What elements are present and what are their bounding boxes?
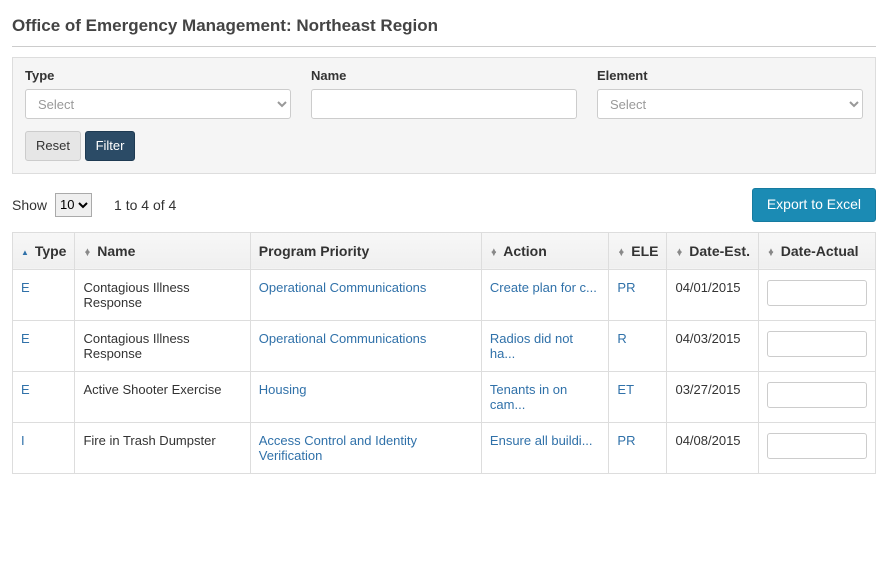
cell-ele-link[interactable]: ET <box>617 382 634 397</box>
table-row: E Contagious Illness Response Operational … <box>13 269 876 320</box>
cell-action-link[interactable]: Create plan for c... <box>490 280 597 295</box>
filter-button[interactable]: Filter <box>85 131 136 161</box>
cell-program-priority-link[interactable]: Operational Communications <box>259 331 427 346</box>
date-actual-input[interactable] <box>767 280 867 306</box>
filter-type: Type Select <box>25 68 291 119</box>
cell-type-link[interactable]: E <box>21 331 30 346</box>
col-date-est[interactable]: ▲▼ Date-Est. <box>667 232 759 269</box>
sort-icon: ▲▼ <box>490 249 498 256</box>
filter-element-select[interactable]: Select <box>597 89 863 119</box>
cell-type-link[interactable]: I <box>21 433 25 448</box>
sort-icon: ▲▼ <box>83 249 91 256</box>
cell-date-est: 03/27/2015 <box>667 371 759 422</box>
cell-ele-link[interactable]: R <box>617 331 626 346</box>
cell-program-priority-link[interactable]: Access Control and Identity Verification <box>259 433 417 463</box>
cell-action-link[interactable]: Tenants in on cam... <box>490 382 567 412</box>
date-actual-input[interactable] <box>767 382 867 408</box>
cell-action-link[interactable]: Radios did not ha... <box>490 331 573 361</box>
page-title: Office of Emergency Management: Northeas… <box>12 16 876 47</box>
cell-ele-link[interactable]: PR <box>617 433 635 448</box>
results-table: ▲ Type ▲▼ Name Program Priority ▲▼ Actio… <box>12 232 876 474</box>
table-row: E Contagious Illness Response Operational … <box>13 320 876 371</box>
filter-name-input[interactable] <box>311 89 577 119</box>
cell-date-est: 04/03/2015 <box>667 320 759 371</box>
col-date-actual[interactable]: ▲▼ Date-Actual <box>758 232 875 269</box>
sort-icon: ▲ <box>21 251 29 254</box>
sort-icon: ▲▼ <box>767 249 775 256</box>
cell-name: Contagious Illness Response <box>75 320 250 371</box>
filter-panel: Type Select Name Element Select Reset Fi… <box>12 57 876 174</box>
export-to-excel-button[interactable]: Export to Excel <box>752 188 876 222</box>
show-label: Show <box>12 197 47 213</box>
filter-element-label: Element <box>597 68 863 83</box>
cell-program-priority-link[interactable]: Housing <box>259 382 307 397</box>
cell-action-link[interactable]: Ensure all buildi... <box>490 433 593 448</box>
cell-type-link[interactable]: E <box>21 382 30 397</box>
date-actual-input[interactable] <box>767 331 867 357</box>
cell-type-link[interactable]: E <box>21 280 30 295</box>
reset-button[interactable]: Reset <box>25 131 81 161</box>
filter-type-label: Type <box>25 68 291 83</box>
col-ele[interactable]: ▲▼ ELE <box>609 232 667 269</box>
cell-name: Active Shooter Exercise <box>75 371 250 422</box>
table-toolbar: Show 10 1 to 4 of 4 Export to Excel <box>12 188 876 222</box>
filter-name: Name <box>311 68 577 119</box>
table-row: E Active Shooter Exercise Housing Tenants i… <box>13 371 876 422</box>
col-action[interactable]: ▲▼ Action <box>481 232 609 269</box>
cell-program-priority-link[interactable]: Operational Communications <box>259 280 427 295</box>
filter-type-select[interactable]: Select <box>25 89 291 119</box>
cell-date-est: 04/01/2015 <box>667 269 759 320</box>
col-program-priority[interactable]: Program Priority <box>250 232 481 269</box>
page-size-select[interactable]: 10 <box>55 193 92 217</box>
cell-name: Contagious Illness Response <box>75 269 250 320</box>
filter-element: Element Select <box>597 68 863 119</box>
sort-icon: ▲▼ <box>675 249 683 256</box>
table-row: I Fire in Trash Dumpster Access Control an… <box>13 422 876 473</box>
date-actual-input[interactable] <box>767 433 867 459</box>
sort-icon: ▲▼ <box>617 249 625 256</box>
filter-name-label: Name <box>311 68 577 83</box>
col-type[interactable]: ▲ Type <box>13 232 75 269</box>
range-info: 1 to 4 of 4 <box>114 197 176 213</box>
cell-name: Fire in Trash Dumpster <box>75 422 250 473</box>
cell-ele-link[interactable]: PR <box>617 280 635 295</box>
cell-date-est: 04/08/2015 <box>667 422 759 473</box>
col-name[interactable]: ▲▼ Name <box>75 232 250 269</box>
